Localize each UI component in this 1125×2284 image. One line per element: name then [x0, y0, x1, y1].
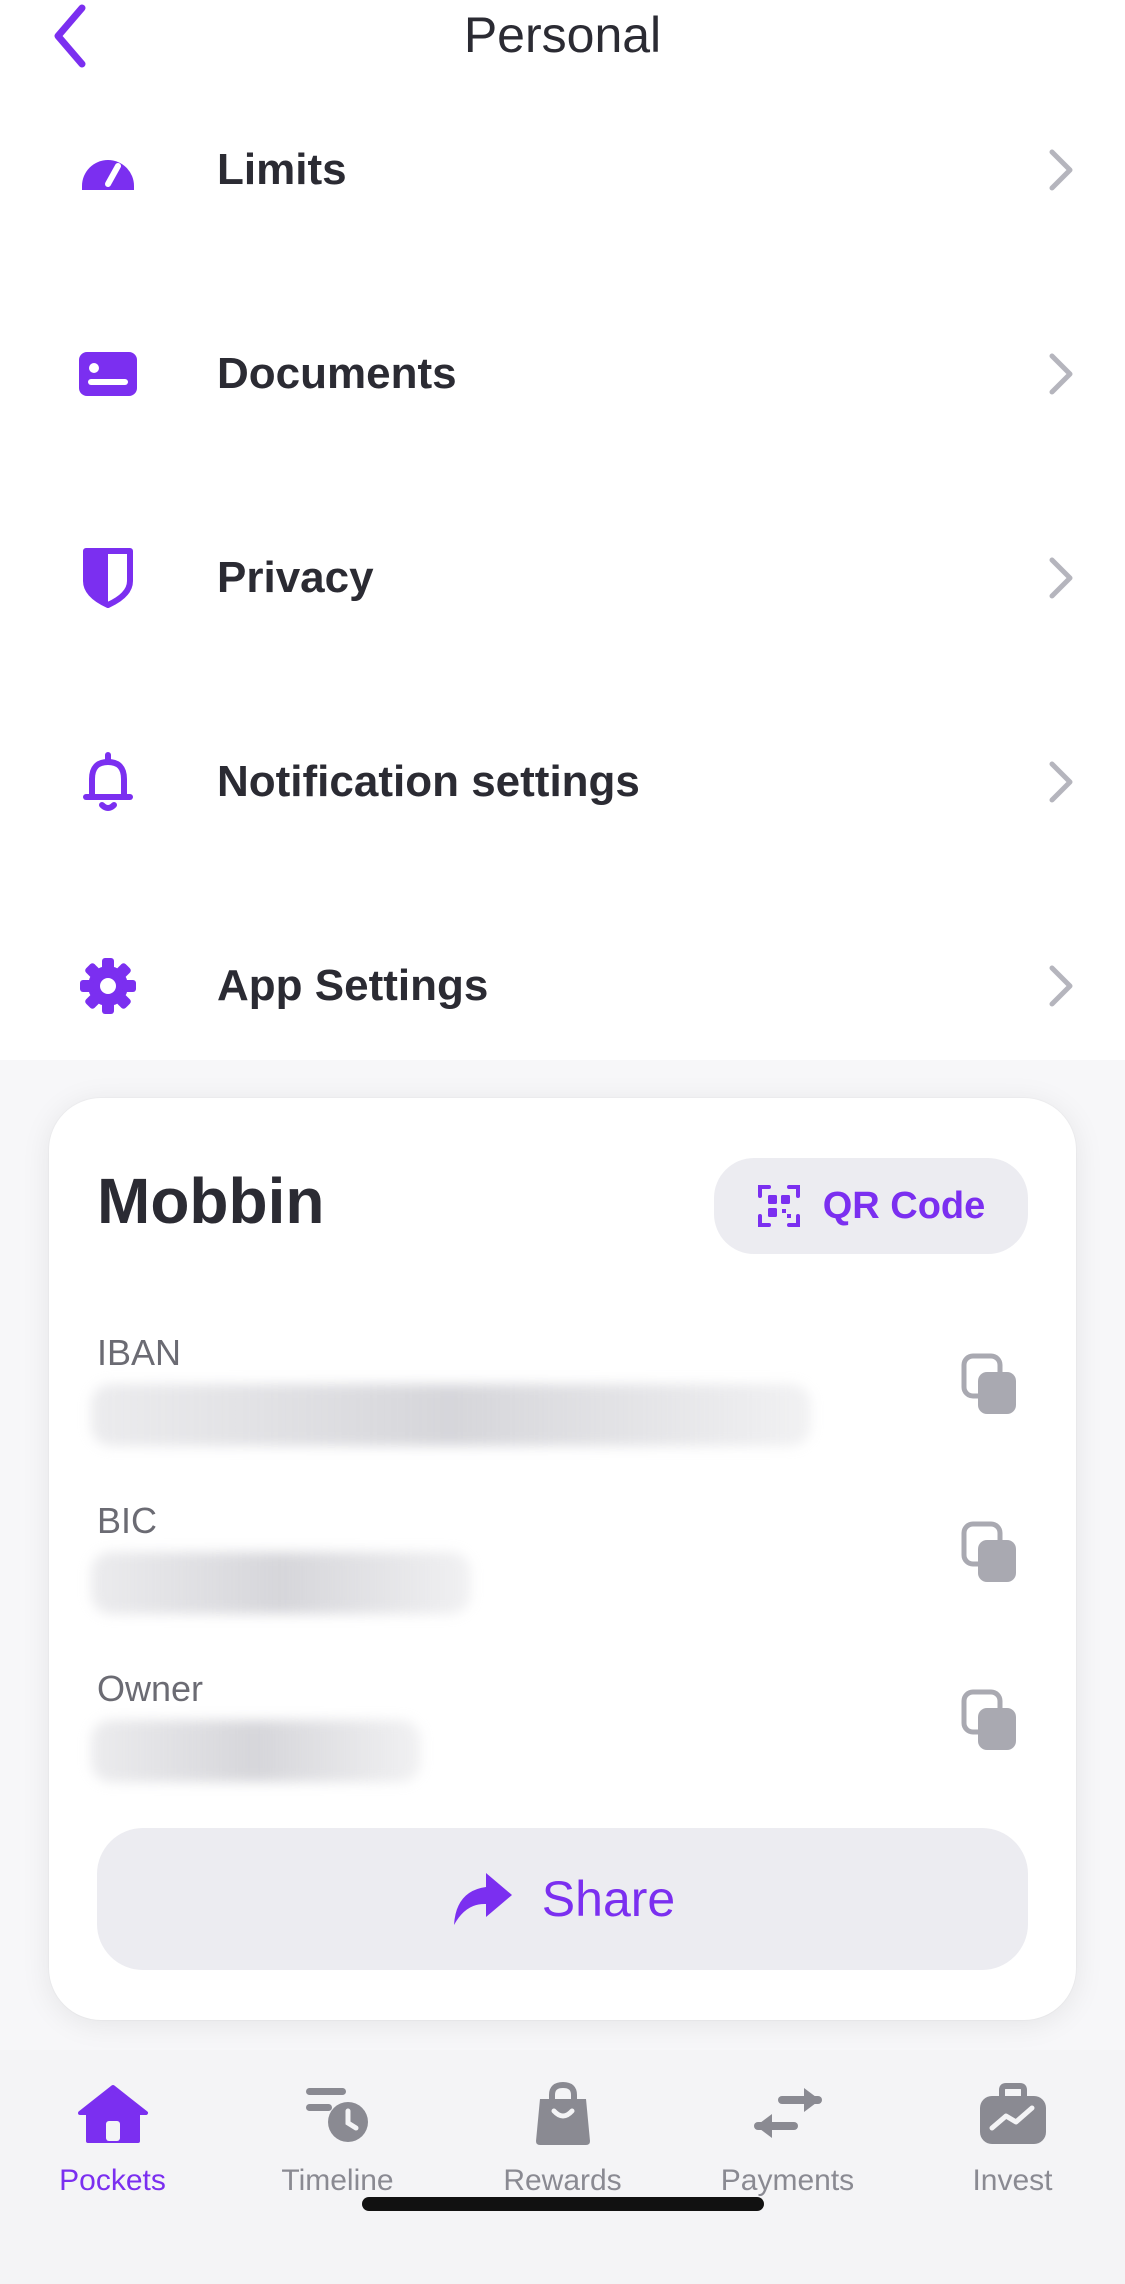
- copy-icon: [961, 1689, 1016, 1750]
- menu-item-app-settings[interactable]: App Settings: [0, 926, 1125, 1046]
- qr-code-button[interactable]: QR Code: [714, 1158, 1028, 1254]
- field-label: IBAN: [97, 1332, 182, 1373]
- tab-label: Rewards: [503, 2164, 622, 2197]
- account-details-card: Mobbin QR Code IBAN BIC Owner Share: [49, 1098, 1076, 2020]
- copy-bic-button[interactable]: [960, 1520, 1020, 1586]
- owner-field: Owner: [91, 1668, 1028, 1808]
- tab-label: Invest: [972, 2164, 1053, 2197]
- bic-value-blurred: [91, 1552, 471, 1614]
- share-label: Share: [541, 1871, 676, 1927]
- owner-value-blurred: [91, 1720, 421, 1782]
- field-label: Owner: [97, 1668, 204, 1709]
- shield-icon: [72, 542, 144, 614]
- menu-item-privacy[interactable]: Privacy: [0, 518, 1125, 638]
- menu-item-label: App Settings: [217, 961, 489, 1010]
- tab-label: Pockets: [59, 2164, 166, 2197]
- menu-item-label: Notification settings: [217, 757, 640, 806]
- chevron-right-icon: [1041, 757, 1081, 807]
- qr-code-label: QR Code: [822, 1184, 986, 1227]
- menu-item-label: Limits: [217, 145, 347, 194]
- id-card-icon: [72, 338, 144, 410]
- gauge-icon: [72, 134, 144, 206]
- account-name: Mobbin: [97, 1165, 325, 1237]
- chevron-right-icon: [1041, 553, 1081, 603]
- tab-bar: Pockets Timeline Rewards Payments Invest: [0, 2050, 1125, 2284]
- menu-item-label: Documents: [217, 349, 457, 398]
- gear-icon: [72, 950, 144, 1022]
- briefcase-chart-icon: [973, 2074, 1053, 2154]
- qr-code-icon: [757, 1185, 800, 1227]
- menu-item-notification-settings[interactable]: Notification settings: [0, 722, 1125, 842]
- copy-icon: [961, 1353, 1016, 1414]
- page-title: Personal: [463, 7, 662, 63]
- home-icon: [73, 2074, 153, 2154]
- tab-invest[interactable]: Invest: [900, 2074, 1125, 2224]
- shopping-bag-icon: [523, 2074, 603, 2154]
- timeline-icon: [298, 2074, 378, 2154]
- copy-icon: [961, 1521, 1016, 1582]
- share-arrow-icon: [453, 1873, 512, 1925]
- iban-field: IBAN: [91, 1332, 1028, 1472]
- chevron-right-icon: [1041, 349, 1081, 399]
- chevron-right-icon: [1041, 961, 1081, 1011]
- tab-pockets[interactable]: Pockets: [0, 2074, 225, 2224]
- copy-iban-button[interactable]: [960, 1352, 1020, 1418]
- tab-label: Timeline: [281, 2164, 394, 2197]
- field-label: BIC: [97, 1500, 158, 1541]
- bell-icon: [72, 746, 144, 818]
- menu-item-label: Privacy: [217, 553, 374, 602]
- share-button[interactable]: Share: [97, 1828, 1028, 1970]
- menu-item-limits[interactable]: Limits: [0, 110, 1125, 230]
- tab-label: Payments: [720, 2164, 855, 2197]
- transfer-arrows-icon: [748, 2074, 828, 2154]
- chevron-right-icon: [1041, 145, 1081, 195]
- iban-value-blurred: [91, 1384, 811, 1446]
- header: Personal: [0, 0, 1125, 80]
- home-indicator: [362, 2197, 764, 2211]
- bic-field: BIC: [91, 1500, 1028, 1640]
- menu-item-documents[interactable]: Documents: [0, 314, 1125, 434]
- copy-owner-button[interactable]: [960, 1688, 1020, 1754]
